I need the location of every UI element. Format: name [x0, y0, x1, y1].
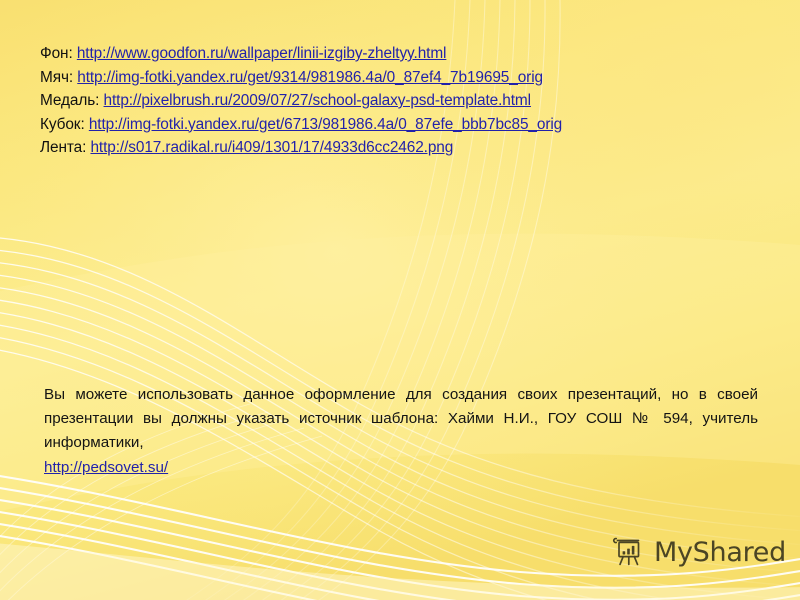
- source-credits-list: Фон: http://www.goodfon.ru/wallpaper/lin…: [40, 42, 770, 160]
- myshared-wordmark: MyShared: [654, 536, 786, 568]
- credit-label: Лента:: [40, 139, 87, 156]
- credit-row-cup: Кубок: http://img-fotki.yandex.ru/get/67…: [40, 113, 770, 137]
- credit-row-ribbon: Лента: http://s017.radikal.ru/i409/1301/…: [40, 136, 770, 160]
- credit-row-medal: Медаль: http://pixelbrush.ru/2009/07/27/…: [40, 89, 770, 113]
- credit-row-background: Фон: http://www.goodfon.ru/wallpaper/lin…: [40, 42, 770, 66]
- presentation-board-icon: [612, 537, 640, 566]
- credit-link[interactable]: http://img-fotki.yandex.ru/get/6713/9819…: [89, 116, 562, 133]
- credit-link[interactable]: http://www.goodfon.ru/wallpaper/linii-iz…: [77, 45, 447, 62]
- usage-notice: Вы можете использовать данное оформление…: [44, 383, 758, 480]
- pedsovet-link[interactable]: http://pedsovet.su/: [44, 456, 168, 480]
- usage-notice-text: Вы можете использовать данное оформление…: [44, 386, 758, 452]
- credit-label: Медаль:: [40, 92, 100, 109]
- credit-label: Мяч:: [40, 68, 74, 86]
- myshared-logo[interactable]: MyShared: [611, 534, 786, 570]
- credit-label: Фон:: [40, 45, 73, 62]
- credit-label: Кубок:: [40, 115, 85, 133]
- credit-row-ball: Мяч: http://img-fotki.yandex.ru/get/9314…: [40, 66, 770, 90]
- credit-link[interactable]: http://pixelbrush.ru/2009/07/27/school-g…: [104, 92, 532, 109]
- credit-link[interactable]: http://s017.radikal.ru/i409/1301/17/4933…: [90, 139, 453, 156]
- presentation-slide: Фон: http://www.goodfon.ru/wallpaper/lin…: [0, 0, 800, 600]
- credit-link[interactable]: http://img-fotki.yandex.ru/get/9314/9819…: [77, 69, 543, 86]
